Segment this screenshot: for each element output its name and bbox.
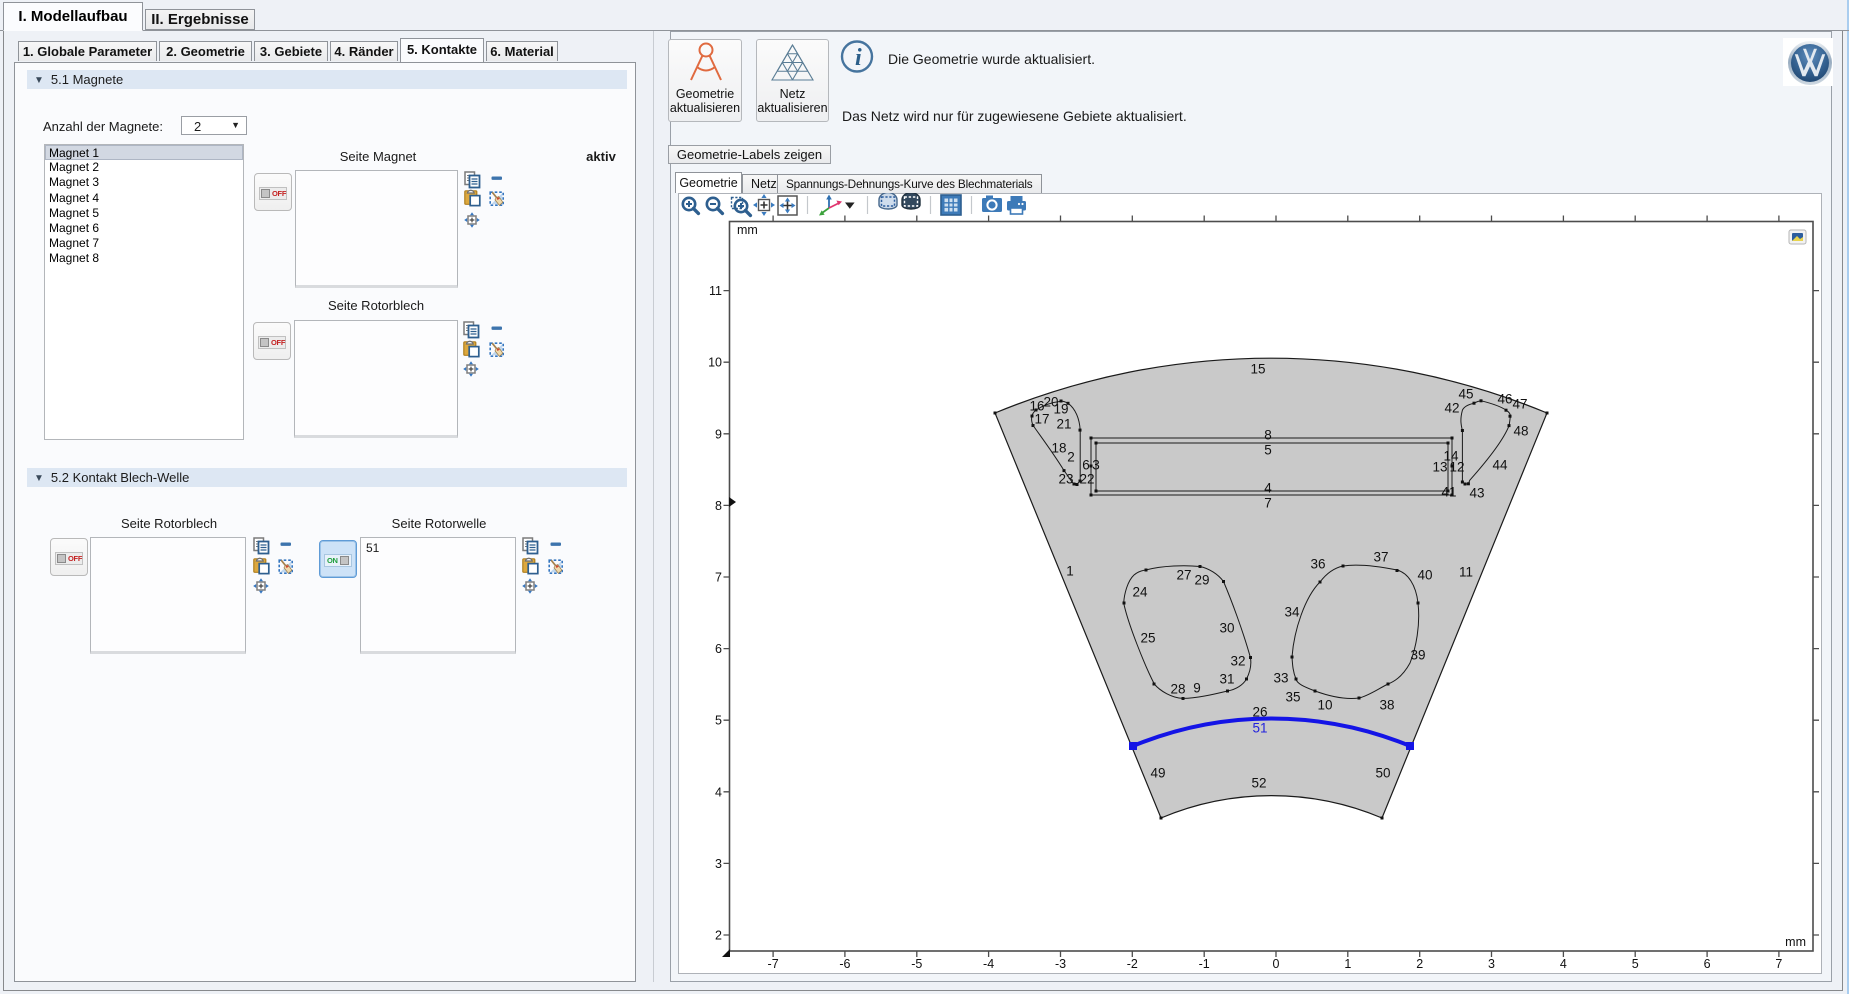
svg-text:10: 10 [708, 356, 722, 370]
svg-text:9: 9 [715, 427, 722, 441]
svg-text:13: 13 [1432, 460, 1447, 475]
svg-text:27: 27 [1176, 568, 1191, 583]
svg-text:-2: -2 [1127, 957, 1138, 971]
svg-text:39: 39 [1410, 648, 1425, 663]
svg-text:48: 48 [1513, 424, 1528, 439]
svg-text:0: 0 [1273, 957, 1280, 971]
svg-text:mm: mm [737, 223, 758, 237]
svg-text:-5: -5 [911, 957, 922, 971]
svg-text:47: 47 [1512, 397, 1527, 412]
svg-text:7: 7 [715, 571, 722, 585]
svg-text:-1: -1 [1199, 957, 1210, 971]
svg-text:4: 4 [1264, 481, 1272, 496]
svg-text:21: 21 [1056, 417, 1071, 432]
svg-text:40: 40 [1417, 568, 1432, 583]
svg-text:36: 36 [1310, 557, 1325, 572]
svg-text:4: 4 [715, 785, 722, 799]
svg-text:17: 17 [1034, 412, 1049, 427]
svg-text:6: 6 [715, 642, 722, 656]
svg-text:41: 41 [1441, 485, 1456, 500]
svg-text:23: 23 [1058, 472, 1073, 487]
svg-text:11: 11 [1459, 565, 1473, 580]
svg-text:6: 6 [1704, 957, 1711, 971]
svg-text:18: 18 [1051, 441, 1066, 456]
svg-text:7: 7 [1264, 496, 1272, 511]
svg-text:mm: mm [1785, 935, 1806, 949]
svg-text:32: 32 [1230, 654, 1245, 669]
svg-text:6: 6 [1082, 458, 1090, 473]
svg-text:5: 5 [1264, 443, 1272, 458]
svg-text:1: 1 [1344, 957, 1351, 971]
svg-text:26: 26 [1252, 705, 1267, 720]
svg-text:7: 7 [1775, 957, 1782, 971]
svg-text:5: 5 [715, 714, 722, 728]
svg-text:i: i [855, 45, 862, 71]
svg-text:34: 34 [1284, 605, 1300, 620]
svg-text:44: 44 [1492, 458, 1508, 473]
svg-text:8: 8 [1264, 428, 1272, 443]
svg-text:3: 3 [1092, 458, 1100, 473]
svg-text:52: 52 [1251, 776, 1266, 791]
svg-text:24: 24 [1132, 585, 1148, 600]
svg-text:51: 51 [1252, 721, 1267, 736]
svg-text:-4: -4 [983, 957, 994, 971]
svg-text:2: 2 [715, 929, 722, 943]
svg-text:3: 3 [1488, 957, 1495, 971]
svg-text:35: 35 [1285, 690, 1300, 705]
svg-text:19: 19 [1053, 402, 1068, 417]
svg-text:46: 46 [1497, 392, 1512, 407]
svg-text:4: 4 [1560, 957, 1567, 971]
svg-text:38: 38 [1379, 698, 1394, 713]
svg-text:-7: -7 [768, 957, 779, 971]
svg-text:50: 50 [1375, 766, 1390, 781]
svg-text:15: 15 [1250, 362, 1265, 377]
svg-text:9: 9 [1193, 681, 1201, 696]
svg-text:22: 22 [1079, 472, 1094, 487]
svg-text:2: 2 [1067, 450, 1075, 465]
svg-text:8: 8 [715, 499, 722, 513]
svg-text:45: 45 [1458, 387, 1473, 402]
svg-text:29: 29 [1194, 573, 1209, 588]
svg-text:31: 31 [1219, 672, 1234, 687]
svg-text:1: 1 [1066, 564, 1074, 579]
svg-text:11: 11 [709, 284, 722, 298]
svg-text:49: 49 [1150, 766, 1165, 781]
svg-text:-6: -6 [839, 957, 850, 971]
svg-text:28: 28 [1170, 682, 1185, 697]
svg-text:25: 25 [1140, 631, 1155, 646]
svg-text:42: 42 [1444, 401, 1459, 416]
svg-text:12: 12 [1449, 460, 1464, 475]
svg-text:2: 2 [1416, 957, 1423, 971]
svg-text:5: 5 [1632, 957, 1639, 971]
svg-text:43: 43 [1469, 486, 1484, 501]
svg-text:30: 30 [1219, 621, 1234, 636]
svg-text:10: 10 [1317, 698, 1332, 713]
svg-text:33: 33 [1273, 671, 1288, 686]
svg-text:-3: -3 [1055, 957, 1066, 971]
svg-text:37: 37 [1373, 550, 1388, 565]
svg-text:3: 3 [715, 857, 722, 871]
